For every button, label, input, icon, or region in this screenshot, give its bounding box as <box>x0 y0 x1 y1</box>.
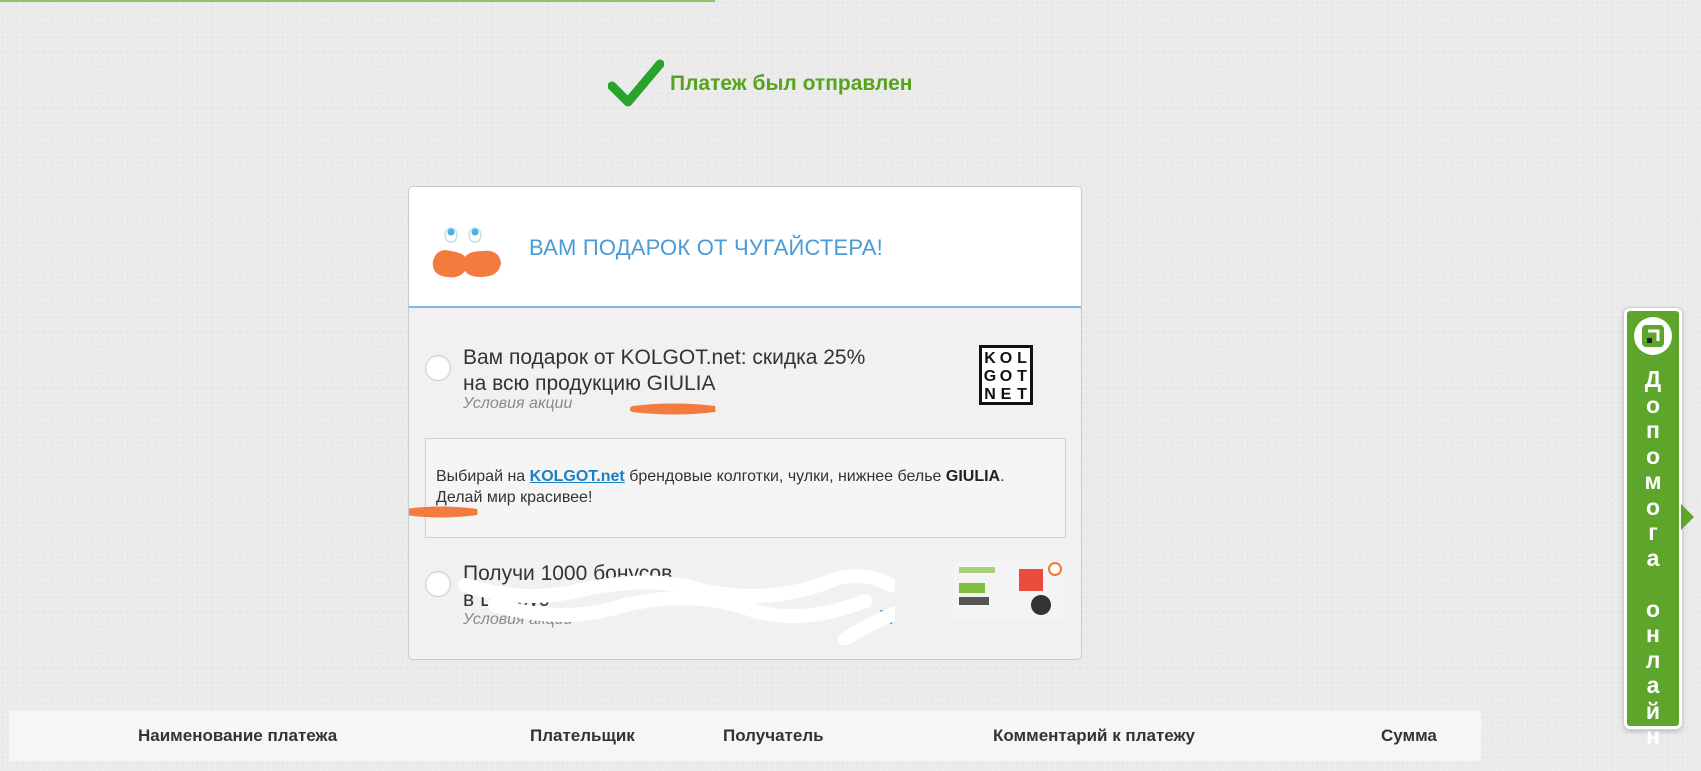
top-progress-line <box>0 0 715 2</box>
kolgot-logo: KOL GOT NET <box>979 345 1033 405</box>
offer-radio-citrus[interactable] <box>425 571 451 597</box>
gift-promo-card: ВАМ ПОДАРОК ОТ ЧУГАЙСТЕРА! Вам подарок о… <box>408 186 1082 660</box>
offer-line-2: в Цитрус <box>463 588 550 611</box>
help-widget-label: Д о п о м о г а о н л а й н <box>1644 366 1662 749</box>
offer-line-1: Вам подарок от KOLGOT.net: скидка 25% <box>463 346 866 369</box>
offer-description-box: Выбирай на KOLGOT.net брендовые колготки… <box>425 438 1066 538</box>
column-header-payment-name: Наименование платежа <box>138 726 338 745</box>
column-header-amount: Сумма <box>1381 726 1437 745</box>
privatbank-logo-icon <box>1634 317 1672 355</box>
column-header-comment: Комментарий к платежу <box>993 726 1196 745</box>
offer-conditions-link[interactable]: Условия акции <box>463 395 572 413</box>
offer-line-1: Получи 1000 бонусов <box>463 562 673 585</box>
offer-link-fragment[interactable]: А. <box>875 607 894 630</box>
mustache-mascot-icon <box>432 227 501 278</box>
column-header-payer: Плательщик <box>530 726 635 745</box>
checkmark-icon <box>608 59 664 107</box>
offer-radio-kolgot[interactable] <box>425 355 451 381</box>
citrus-promo-thumbnail <box>953 561 1063 621</box>
promo-title: ВАМ ПОДАРОК ОТ ЧУГАЙСТЕРА! <box>529 235 883 260</box>
kolgot-link[interactable]: KOLGOT.net <box>530 468 625 485</box>
column-header-recipient: Получатель <box>723 726 824 745</box>
offer-conditions-link[interactable]: Условия акции <box>463 611 572 629</box>
payment-status-message: Платеж был отправлен <box>670 72 913 95</box>
help-widget-arrow-icon <box>1681 504 1694 530</box>
offer-line-2: на всю продукцию GIULIA <box>463 372 716 395</box>
payment-success-header: Платеж был отправлен <box>608 56 912 112</box>
brand-name: GIULIA <box>945 468 1001 485</box>
offer-text-citrus: Получи 1000 бонусов в Цитрус <box>463 561 903 613</box>
offer-text-kolgot: Вам подарок от KOLGOT.net: скидка 25% на… <box>463 345 903 397</box>
promo-card-header: ВАМ ПОДАРОК ОТ ЧУГАЙСТЕРА! <box>409 187 1081 308</box>
payments-table-header: Наименование платежа Плательщик Получате… <box>9 711 1481 761</box>
help-online-widget[interactable]: Д о п о м о г а о н л а й н <box>1624 308 1682 749</box>
redaction-underline <box>630 403 716 415</box>
